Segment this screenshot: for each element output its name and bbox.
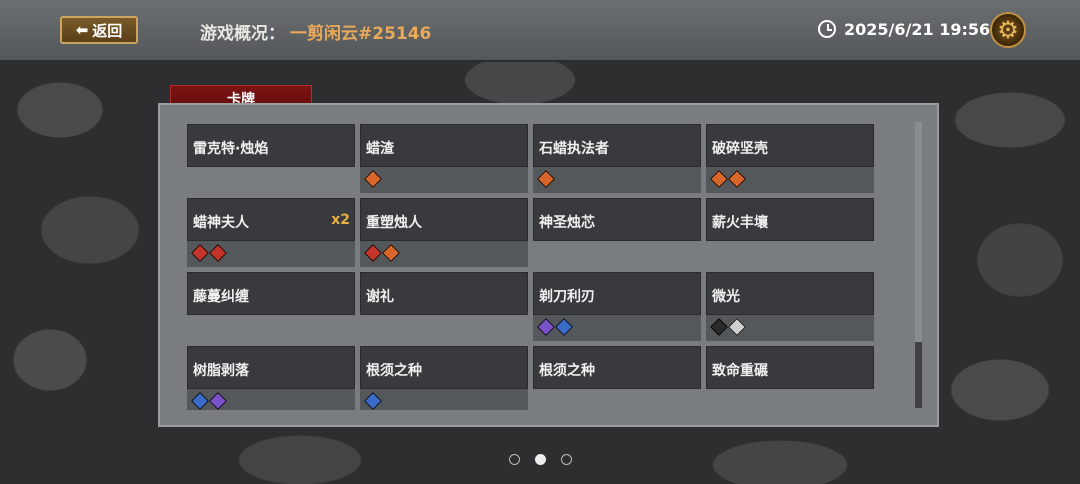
- card-name: 根须之种: [366, 363, 422, 379]
- card-header: 根须之种: [360, 346, 528, 389]
- orange-gem-icon: [364, 170, 382, 188]
- orange-gem-icon: [710, 170, 728, 188]
- cards-panel: 雷克特·烛焰 蜡渣 石蜡执法者 破碎坚壳蜡神夫人 x2 重塑烛人 神圣烛芯 薪火丰壤藤蔓纠缠 谢…: [158, 103, 939, 427]
- card-header: 树脂剥落: [187, 346, 355, 389]
- blue-gem-icon: [191, 392, 209, 410]
- card-name: 破碎坚壳: [712, 141, 768, 157]
- card-item[interactable]: 石蜡执法者: [533, 124, 701, 193]
- cards-grid[interactable]: 雷克特·烛焰 蜡渣 石蜡执法者 破碎坚壳蜡神夫人 x2 重塑烛人 神圣烛芯 薪火丰壤藤蔓纠缠 谢…: [187, 124, 875, 410]
- card-name: 薪火丰壤: [712, 215, 768, 231]
- top-bar: ⬅ 返回 游戏概况： 一剪闲云#25146 2025/6/21 19:56 ⚙: [0, 0, 1080, 62]
- card-item[interactable]: 神圣烛芯: [533, 198, 701, 241]
- gear-icon[interactable]: ⚙: [990, 12, 1026, 48]
- card-item[interactable]: 根须之种: [360, 346, 528, 410]
- card-item[interactable]: 蜡神夫人 x2: [187, 198, 355, 267]
- card-name: 致命重碾: [712, 363, 768, 379]
- orange-gem-icon: [728, 170, 746, 188]
- card-item[interactable]: 树脂剥落: [187, 346, 355, 410]
- card-header: 石蜡执法者: [533, 124, 701, 167]
- card-header: 蜡渣: [360, 124, 528, 167]
- card-header: 致命重碾: [706, 346, 874, 389]
- card-item[interactable]: 薪火丰壤: [706, 198, 874, 241]
- card-header: 蜡神夫人 x2: [187, 198, 355, 241]
- card-name: 谢礼: [366, 289, 394, 305]
- card-name: 剃刀利刃: [539, 289, 595, 305]
- card-cost-row: [360, 389, 528, 410]
- card-name: 根须之种: [539, 363, 595, 379]
- card-cost-row: [187, 241, 355, 267]
- card-header: 藤蔓纠缠: [187, 272, 355, 315]
- game-datetime: 2025/6/21 19:56: [844, 20, 991, 39]
- back-arrow-icon: ⬅: [75, 21, 89, 39]
- scrollbar-thumb[interactable]: [915, 122, 922, 342]
- purple-gem-icon: [537, 318, 555, 336]
- card-item[interactable]: 破碎坚壳: [706, 124, 874, 193]
- card-name: 蜡神夫人: [193, 215, 249, 231]
- page-dot-3[interactable]: [561, 454, 572, 465]
- blue-gem-icon: [364, 392, 382, 410]
- card-item[interactable]: 微光: [706, 272, 874, 341]
- clock-icon: [818, 20, 836, 38]
- card-header: 破碎坚壳: [706, 124, 874, 167]
- page-dot-2[interactable]: [535, 454, 546, 465]
- card-item[interactable]: 蜡渣: [360, 124, 528, 193]
- back-button-label: 返回: [92, 21, 123, 40]
- game-id: 一剪闲云#25146: [290, 24, 432, 44]
- card-name: 重塑烛人: [366, 215, 422, 231]
- purple-gem-icon: [209, 392, 227, 410]
- blue-gem-icon: [555, 318, 573, 336]
- card-header: 重塑烛人: [360, 198, 528, 241]
- card-cost-row: [706, 315, 874, 341]
- card-item[interactable]: 剃刀利刃: [533, 272, 701, 341]
- card-header: 微光: [706, 272, 874, 315]
- card-item[interactable]: 谢礼: [360, 272, 528, 315]
- card-name: 雷克特·烛焰: [193, 141, 269, 157]
- card-item[interactable]: 雷克特·烛焰: [187, 124, 355, 167]
- card-item[interactable]: 重塑烛人: [360, 198, 528, 267]
- card-cost-row: [187, 389, 355, 410]
- card-header: 神圣烛芯: [533, 198, 701, 241]
- card-header: 谢礼: [360, 272, 528, 315]
- card-cost-row: [706, 167, 874, 193]
- page-dot-1[interactable]: [509, 454, 520, 465]
- page-title-label: 游戏概况：: [200, 24, 285, 44]
- card-cost-row: [360, 167, 528, 193]
- red-gem-icon: [209, 244, 227, 262]
- card-cost-row: [533, 167, 701, 193]
- orange-gem-icon: [382, 244, 400, 262]
- card-item[interactable]: 根须之种: [533, 346, 701, 389]
- card-header: 薪火丰壤: [706, 198, 874, 241]
- card-header: 雷克特·烛焰: [187, 124, 355, 167]
- card-header: 根须之种: [533, 346, 701, 389]
- red-gem-icon: [191, 244, 209, 262]
- card-name: 石蜡执法者: [539, 141, 609, 157]
- card-name: 神圣烛芯: [539, 215, 595, 231]
- card-header: 剃刀利刃: [533, 272, 701, 315]
- card-name: 藤蔓纠缠: [193, 289, 249, 305]
- red-gem-icon: [364, 244, 382, 262]
- card-name: 蜡渣: [366, 141, 394, 157]
- card-cost-row: [360, 241, 528, 267]
- card-item[interactable]: 致命重碾: [706, 346, 874, 389]
- card-name: 树脂剥落: [193, 363, 249, 379]
- card-cost-row: [533, 315, 701, 341]
- dark-gem-icon: [710, 318, 728, 336]
- orange-gem-icon: [537, 170, 555, 188]
- card-item[interactable]: 藤蔓纠缠: [187, 272, 355, 315]
- card-name: 微光: [712, 289, 740, 305]
- back-button[interactable]: ⬅ 返回: [60, 16, 138, 44]
- card-count: x2: [331, 212, 350, 228]
- gray-gem-icon: [728, 318, 746, 336]
